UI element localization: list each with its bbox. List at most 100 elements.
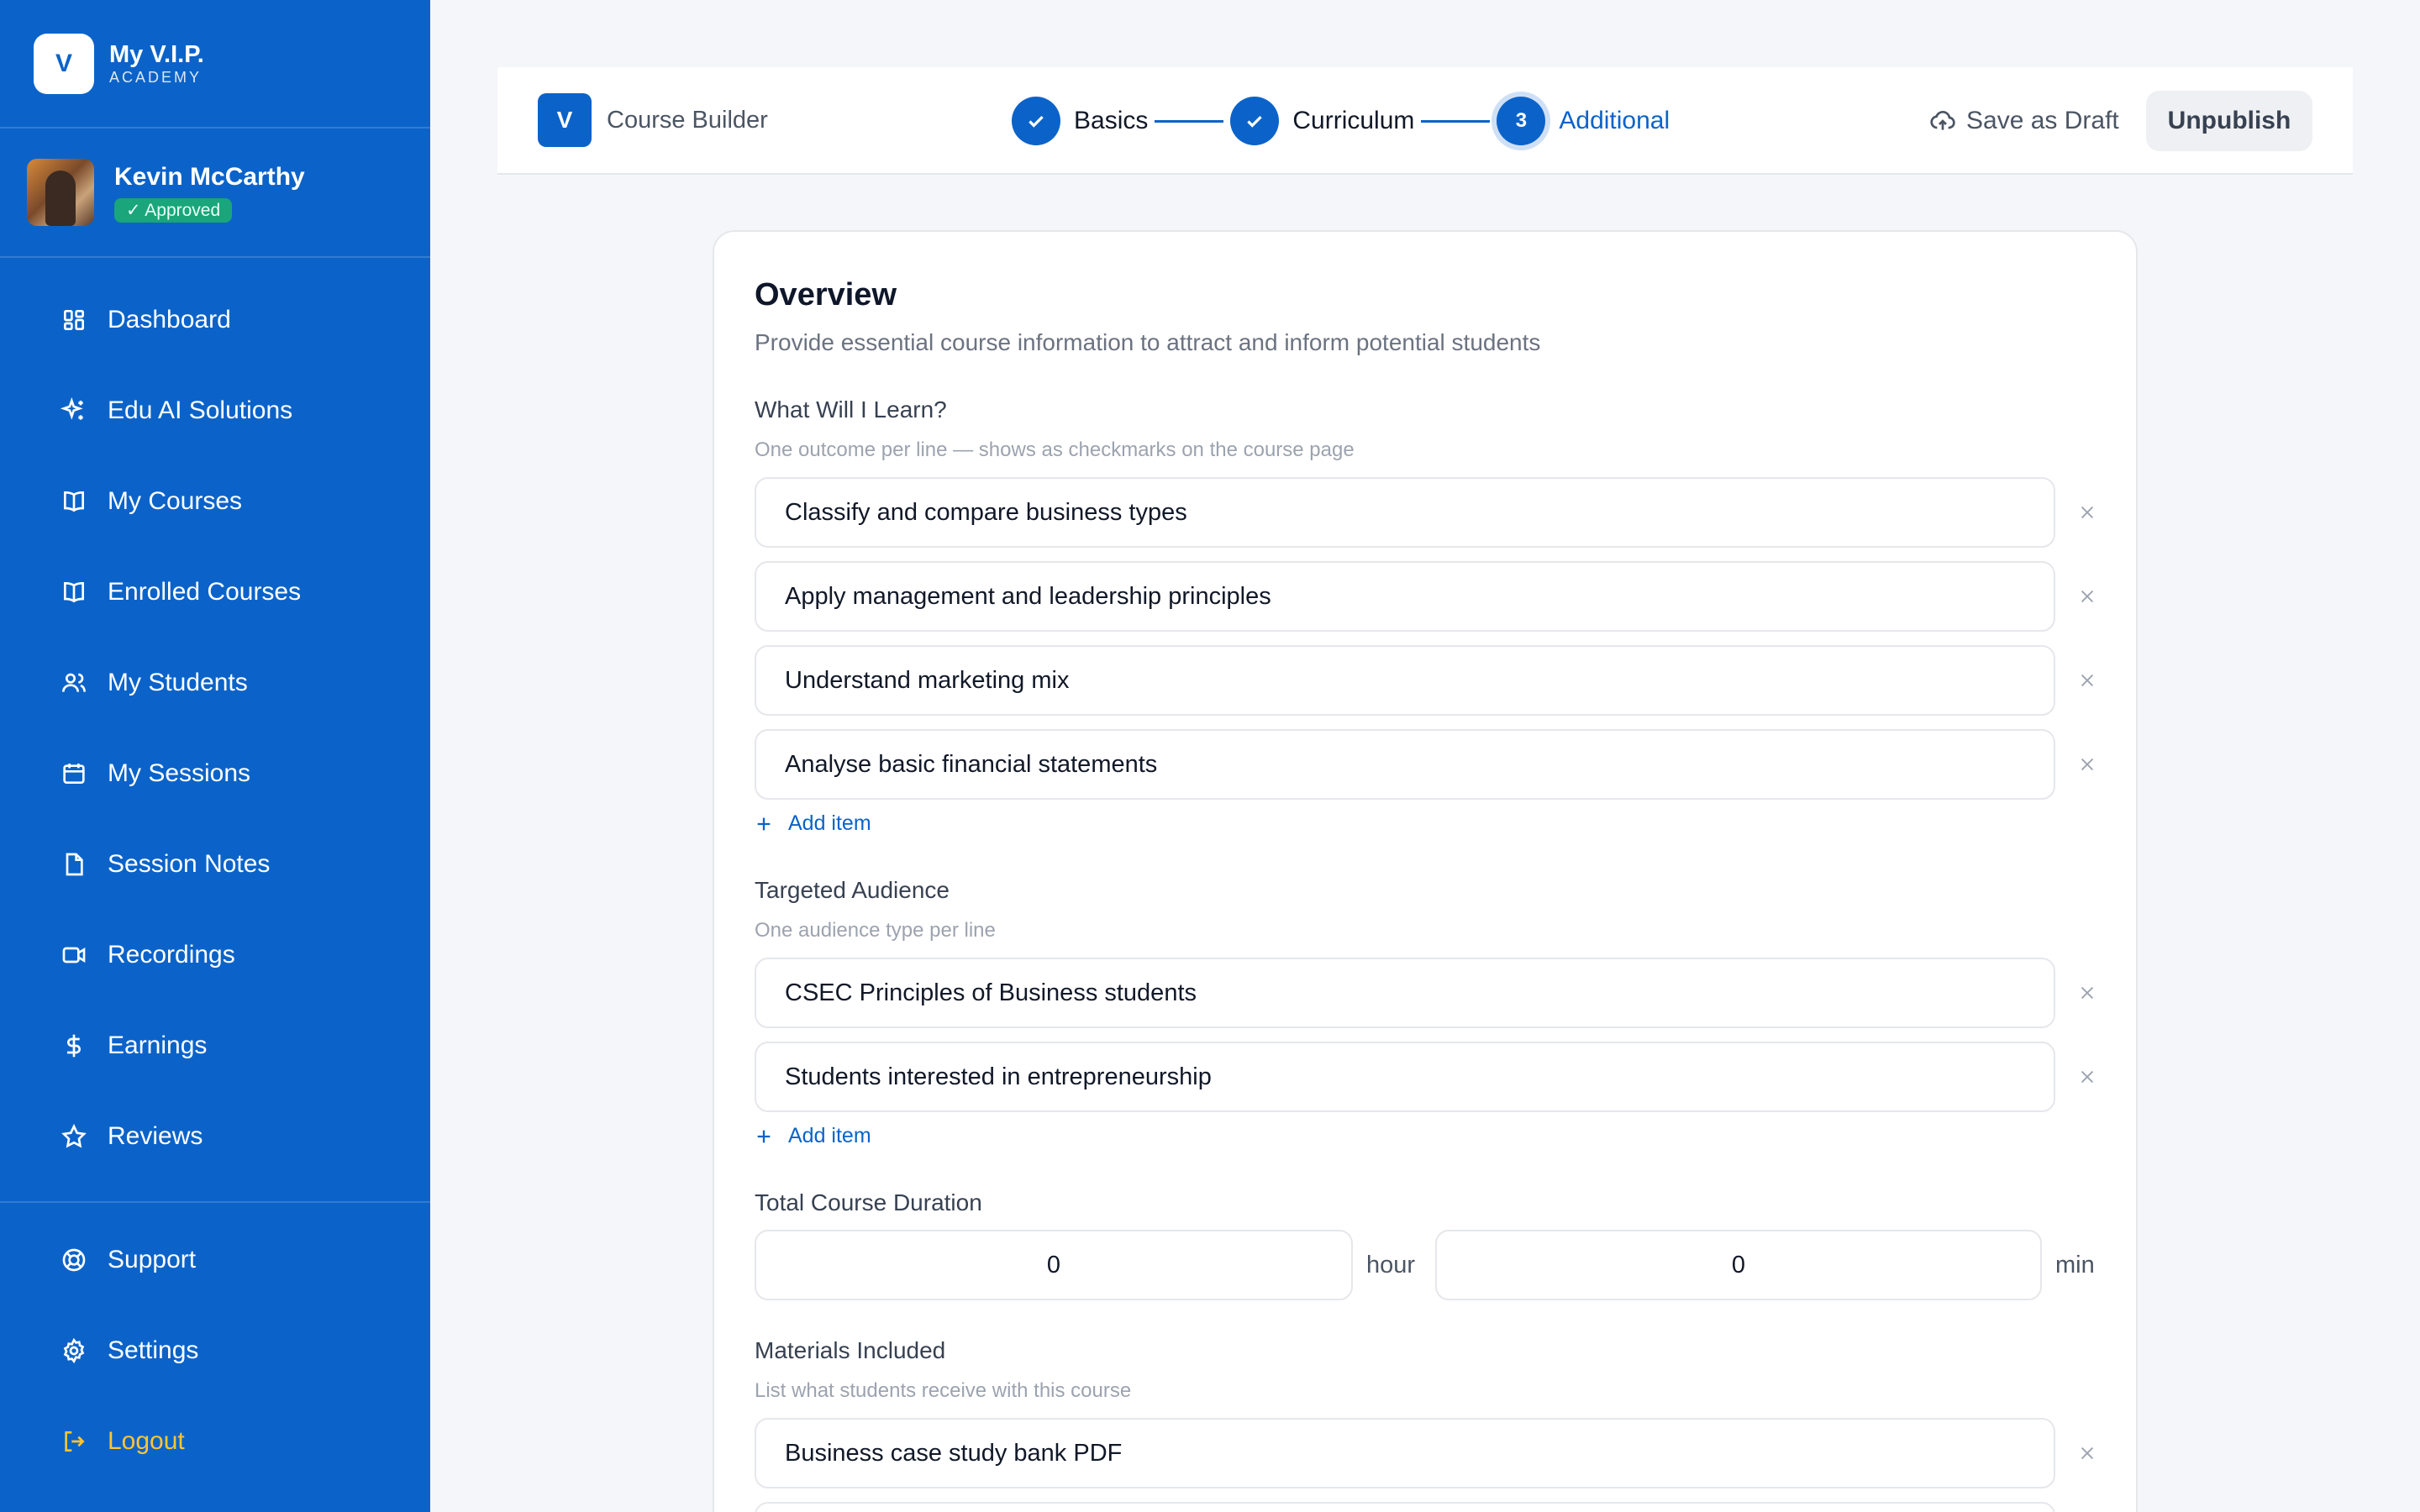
audience-item-input[interactable]: Students interested in entrepreneurship: [755, 1042, 2055, 1112]
close-icon: [2081, 1070, 2094, 1084]
materials-hint: List what students receive with this cou…: [755, 1379, 1132, 1402]
cloud-upload-icon: [1930, 110, 1955, 130]
save-draft-button[interactable]: Save as Draft: [1929, 67, 2119, 175]
remove-item-button[interactable]: [2070, 976, 2104, 1010]
sidebar-item-label: My Sessions: [108, 759, 251, 787]
sidebar-item-reviews[interactable]: Reviews: [0, 1091, 430, 1182]
audience-item-input[interactable]: CSEC Principles of Business students: [755, 958, 2055, 1028]
audience-label: Targeted Audience: [755, 877, 950, 903]
star-icon: [60, 1123, 87, 1150]
sidebar-item-label: Edu AI Solutions: [108, 396, 293, 424]
remove-item-button[interactable]: [2070, 1060, 2104, 1094]
check-icon: [1247, 115, 1263, 128]
learn-item-input[interactable]: Understand marketing mix: [755, 645, 2055, 716]
avatar: [27, 159, 94, 226]
materials-item-input[interactable]: Business case study bank PDF: [755, 1418, 2055, 1488]
sidebar-footer: Support Settings Logout: [0, 1201, 430, 1487]
materials-label: Materials Included: [755, 1337, 946, 1363]
step-basics-label[interactable]: Basics: [1074, 107, 1148, 135]
dollar-icon: [60, 1032, 87, 1059]
sidebar-item-dashboard[interactable]: Dashboard: [0, 275, 430, 365]
section-subtitle: Provide essential course information to …: [755, 329, 1541, 355]
brand-logo: V: [34, 33, 94, 94]
video-icon: [60, 942, 87, 969]
check-icon: [1028, 115, 1044, 128]
sidebar-item-label: Enrolled Courses: [108, 578, 302, 606]
close-icon: [2081, 590, 2094, 603]
profile-name: Kevin McCarthy: [114, 162, 305, 191]
logout-icon: [60, 1428, 87, 1455]
duration-hours-input[interactable]: 0: [755, 1230, 1353, 1300]
materials-item-input[interactable]: [755, 1502, 2055, 1512]
sidebar-item-label: My Students: [108, 669, 248, 696]
sidebar-item-session-notes[interactable]: Session Notes: [0, 819, 430, 910]
remove-item-button[interactable]: [2070, 580, 2104, 613]
close-icon: [2081, 506, 2094, 519]
brand-subtitle: ACADEMY: [109, 68, 203, 86]
add-item-label: Add item: [788, 1124, 871, 1147]
learn-item-input[interactable]: Classify and compare business types: [755, 477, 2055, 548]
add-learn-item-button[interactable]: Add item: [755, 811, 871, 836]
sidebar-item-edu-ai[interactable]: Edu AI Solutions: [0, 365, 430, 456]
brand[interactable]: V My V.I.P. ACADEMY: [0, 0, 430, 129]
remove-item-button[interactable]: [2070, 664, 2104, 697]
hour-unit-label: hour: [1366, 1252, 1416, 1278]
book-icon: [60, 488, 87, 515]
course-builder-logo: V: [538, 93, 592, 147]
duration-minutes-input[interactable]: 0: [1435, 1230, 2042, 1300]
page-title: Course Builder: [607, 106, 768, 134]
sidebar-item-label: Session Notes: [108, 850, 271, 878]
duration-label: Total Course Duration: [755, 1189, 982, 1215]
sidebar-item-label: Recordings: [108, 941, 235, 969]
sidebar-item-earnings[interactable]: Earnings: [0, 1000, 430, 1091]
sidebar-item-recordings[interactable]: Recordings: [0, 910, 430, 1000]
sidebar-item-label: Settings: [108, 1336, 199, 1364]
step-additional-label[interactable]: Additional: [1559, 107, 1670, 135]
lifebuoy-icon: [60, 1247, 87, 1273]
step-connector: [1155, 119, 1224, 123]
add-audience-item-button[interactable]: Add item: [755, 1124, 871, 1148]
sidebar-item-logout[interactable]: Logout: [0, 1396, 430, 1487]
sidebar-item-my-students[interactable]: My Students: [0, 638, 430, 728]
step-additional-number[interactable]: 3: [1497, 97, 1546, 145]
remove-item-button[interactable]: [2070, 1436, 2104, 1470]
book-icon: [60, 579, 87, 606]
sidebar-item-my-courses[interactable]: My Courses: [0, 456, 430, 547]
sidebar-item-label: Earnings: [108, 1032, 208, 1059]
step-curriculum-check[interactable]: [1230, 97, 1280, 145]
calendar-icon: [60, 760, 87, 787]
learn-item-input[interactable]: Apply management and leadership principl…: [755, 561, 2055, 632]
close-icon: [2081, 674, 2094, 687]
user-profile[interactable]: Kevin McCarthy ✓ Approved: [0, 129, 430, 258]
step-curriculum-label[interactable]: Curriculum: [1292, 107, 1414, 135]
save-draft-label: Save as Draft: [1966, 107, 2119, 134]
close-icon: [2081, 986, 2094, 1000]
audience-hint: One audience type per line: [755, 919, 996, 942]
status-badge: ✓ Approved: [114, 197, 233, 223]
sidebar-item-my-sessions[interactable]: My Sessions: [0, 728, 430, 819]
sidebar-item-settings[interactable]: Settings: [0, 1305, 430, 1396]
sidebar-item-label: Dashboard: [108, 306, 231, 333]
file-icon: [60, 851, 87, 878]
sidebar-item-support[interactable]: Support: [0, 1215, 430, 1305]
sidebar-item-label: Support: [108, 1246, 197, 1273]
learn-item-input[interactable]: Analyse basic financial statements: [755, 729, 2055, 800]
unpublish-button[interactable]: Unpublish: [2146, 91, 2312, 151]
sidebar-item-label: My Courses: [108, 487, 243, 515]
overview-card: Overview Provide essential course inform…: [713, 230, 2138, 1512]
step-connector: [1421, 119, 1491, 123]
sparkles-icon: [60, 397, 87, 424]
sidebar-nav: Dashboard Edu AI Solutions My Courses En…: [0, 258, 430, 1182]
remove-item-button[interactable]: [2070, 496, 2104, 529]
learn-label: What Will I Learn?: [755, 396, 947, 423]
gear-icon: [60, 1337, 87, 1364]
users-icon: [60, 669, 87, 696]
sidebar-item-enrolled-courses[interactable]: Enrolled Courses: [0, 547, 430, 638]
remove-item-button[interactable]: [2070, 748, 2104, 781]
plus-icon: [757, 1130, 771, 1142]
add-item-label: Add item: [788, 811, 871, 835]
brand-name: My V.I.P.: [109, 40, 204, 68]
min-unit-label: min: [2055, 1252, 2095, 1278]
close-icon: [2081, 1446, 2094, 1460]
step-basics-check[interactable]: [1012, 97, 1060, 145]
